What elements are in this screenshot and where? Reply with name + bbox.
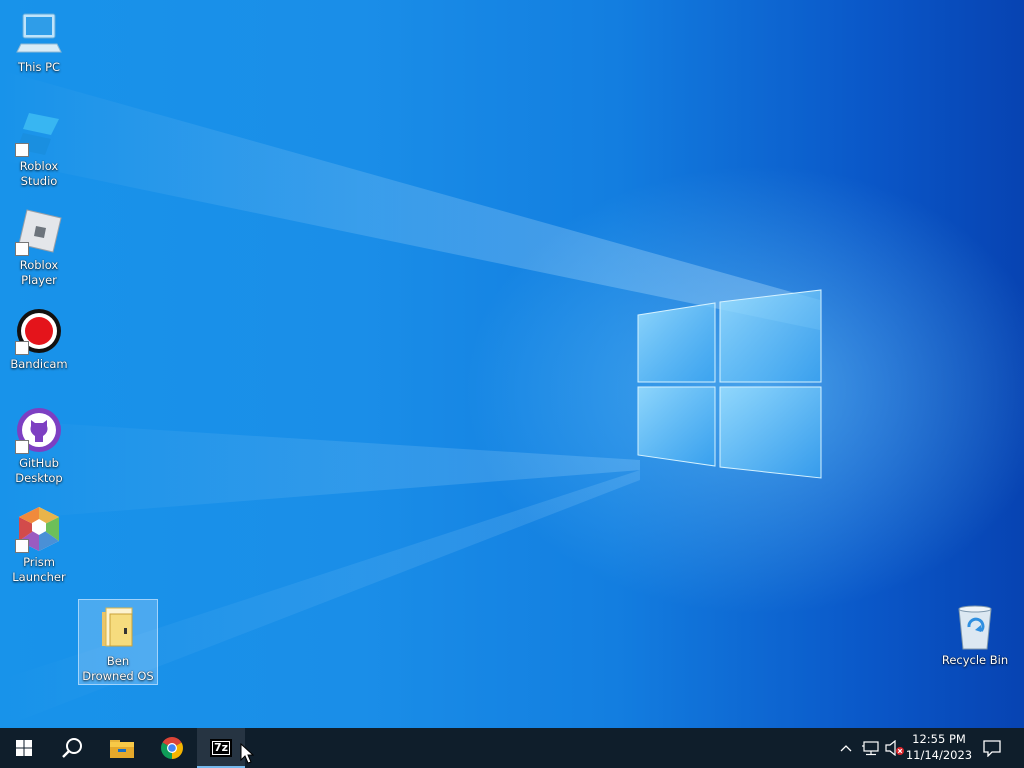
system-clock[interactable]: 12:55 PM 11/14/2023 bbox=[903, 731, 975, 763]
desktop-icon-label: Roblox Studio bbox=[19, 159, 59, 188]
desktop-icon-label: Recycle Bin bbox=[941, 653, 1009, 667]
desktop-icon-label: GitHub Desktop bbox=[15, 456, 63, 485]
desktop-icon-recycle-bin[interactable]: Recycle Bin bbox=[936, 599, 1014, 668]
chevron-up-icon bbox=[840, 745, 852, 752]
this-pc-icon bbox=[15, 10, 63, 58]
shortcut-arrow-icon bbox=[15, 341, 29, 355]
desktop-icon-ben-drowned-os[interactable]: Ben Drowned OS bbox=[78, 599, 158, 685]
7zip-icon: 7z bbox=[210, 739, 232, 757]
desktop-icon-roblox-studio[interactable]: Roblox Studio bbox=[0, 105, 78, 189]
shortcut-arrow-icon bbox=[15, 539, 29, 553]
bandicam-icon bbox=[15, 307, 63, 355]
mouse-pointer-icon bbox=[240, 743, 254, 764]
file-explorer-icon bbox=[110, 740, 134, 758]
taskbar: 7z 12:55 PM 11/14/2023 bbox=[0, 728, 1024, 768]
prism-launcher-icon bbox=[15, 505, 63, 553]
desktop-icon-this-pc[interactable]: This PC bbox=[0, 6, 78, 75]
action-center-icon bbox=[983, 740, 1001, 757]
desktop-icon-prism-launcher[interactable]: Prism Launcher bbox=[0, 501, 78, 585]
desktop[interactable]: This PC Roblox Studio Roblox Player Band… bbox=[0, 0, 1024, 728]
shortcut-arrow-icon bbox=[15, 143, 29, 157]
network-icon bbox=[862, 741, 879, 756]
search-button[interactable] bbox=[48, 728, 96, 768]
search-icon bbox=[62, 738, 82, 758]
shortcut-arrow-icon bbox=[15, 242, 29, 256]
shortcut-arrow-icon bbox=[15, 440, 29, 454]
github-desktop-icon bbox=[15, 406, 63, 454]
windows-logo-icon bbox=[16, 740, 32, 756]
desktop-icon-roblox-player[interactable]: Roblox Player bbox=[0, 204, 78, 288]
desktop-icon-label: Ben Drowned OS bbox=[82, 654, 154, 683]
file-explorer-button[interactable] bbox=[98, 728, 146, 768]
start-button[interactable] bbox=[0, 728, 48, 768]
desktop-icon-github-desktop[interactable]: GitHub Desktop bbox=[0, 402, 78, 486]
show-hidden-icons-button[interactable] bbox=[836, 728, 856, 768]
desktop-icon-label: Bandicam bbox=[10, 357, 68, 371]
desktop-icon-bandicam[interactable]: Bandicam bbox=[0, 303, 78, 372]
chrome-button[interactable] bbox=[148, 728, 196, 768]
roblox-studio-icon bbox=[15, 109, 63, 157]
chrome-icon bbox=[161, 737, 183, 759]
7zip-button[interactable]: 7z bbox=[197, 728, 245, 768]
action-center-button[interactable] bbox=[978, 728, 1006, 768]
desktop-icon-label: Roblox Player bbox=[19, 258, 59, 287]
wallpaper-windows-logo bbox=[637, 289, 822, 479]
clock-date: 11/14/2023 bbox=[905, 748, 973, 762]
clock-time: 12:55 PM bbox=[912, 732, 966, 746]
roblox-player-icon bbox=[15, 208, 63, 256]
7zip-icon-label: 7z bbox=[212, 741, 230, 754]
network-button[interactable] bbox=[860, 728, 882, 768]
recycle-bin-icon bbox=[951, 603, 999, 651]
desktop-icon-label: Prism Launcher bbox=[12, 555, 66, 584]
volume-muted-icon bbox=[885, 740, 904, 756]
folder-icon bbox=[94, 604, 142, 652]
desktop-icon-label: This PC bbox=[17, 60, 61, 74]
